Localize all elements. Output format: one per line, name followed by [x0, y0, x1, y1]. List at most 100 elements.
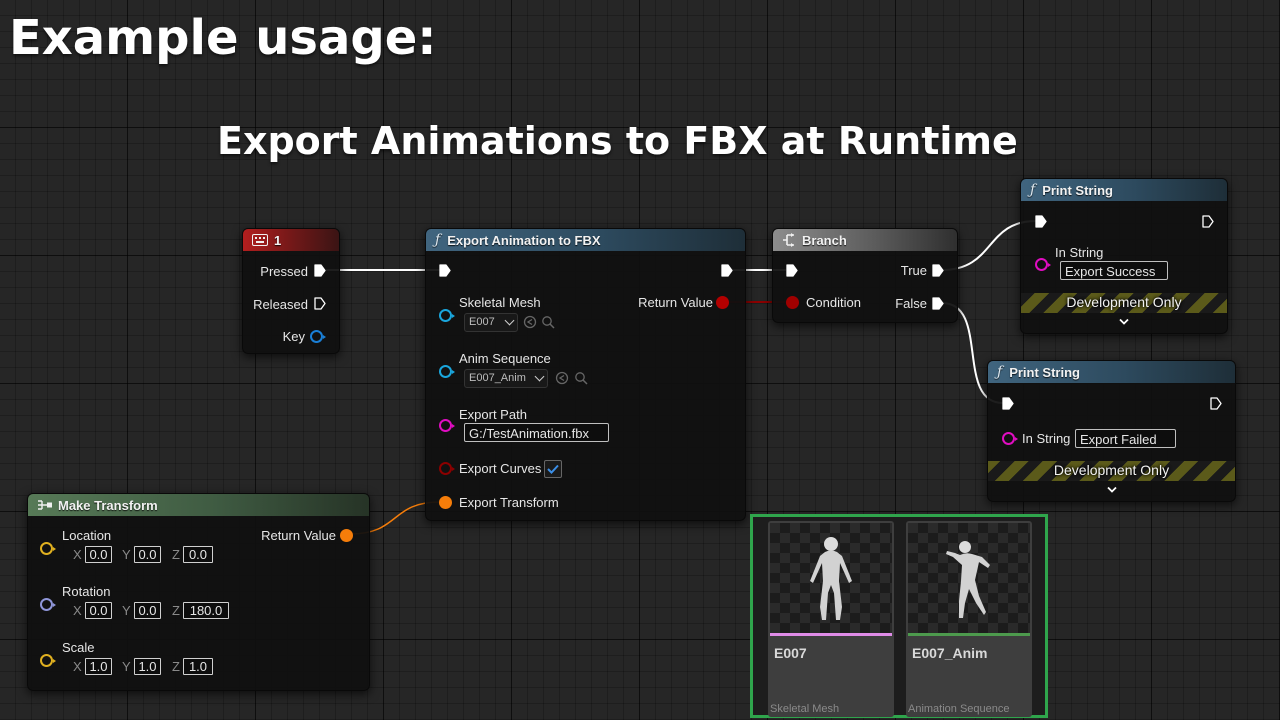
in-string-input[interactable]: Export Success: [1060, 261, 1168, 280]
false-exec-pin[interactable]: [932, 297, 944, 310]
chevron-down-icon[interactable]: [1119, 318, 1129, 326]
page-title: Example usage:: [9, 10, 437, 66]
export-animation-header[interactable]: ƒ Export Animation to FBX: [426, 229, 745, 251]
print-failed-exec-in-pin[interactable]: [1002, 397, 1014, 410]
development-only-banner: Development Only: [988, 461, 1235, 481]
scale-pin[interactable]: [40, 654, 56, 667]
rotation-x-input[interactable]: 0.0: [85, 602, 112, 619]
export-path-pin[interactable]: [439, 419, 455, 432]
key-event-header[interactable]: 1: [243, 229, 339, 251]
rotation-z-axis: Z: [172, 603, 180, 618]
make-transform-node[interactable]: Make Transform Return Value Location X 0…: [27, 493, 370, 691]
export-exec-out-pin[interactable]: [721, 264, 733, 277]
scale-y-input[interactable]: 1.0: [134, 658, 161, 675]
true-exec-pin[interactable]: [932, 264, 944, 277]
branch-title: Branch: [802, 232, 847, 248]
key-event-node[interactable]: 1 Pressed Released Key: [242, 228, 340, 354]
scale-z-axis: Z: [172, 659, 180, 674]
asset-tile-skeletal-mesh[interactable]: E007 Skeletal Mesh: [768, 521, 894, 717]
asset-selection-panel: E007 Skeletal Mesh E007_Anim Animation S…: [750, 514, 1048, 718]
key-struct-pin[interactable]: [310, 330, 326, 343]
export-curves-checkbox[interactable]: [544, 460, 562, 478]
rotation-label: Rotation: [62, 584, 111, 599]
anim-sequence-pin[interactable]: [439, 365, 455, 378]
condition-pin[interactable]: [786, 296, 799, 309]
skeletal-mesh-dropdown[interactable]: E007: [464, 313, 518, 332]
skeletal-mesh-value: E007: [469, 316, 495, 328]
animated-figure-icon: [946, 541, 990, 618]
key-event-title: 1: [274, 232, 282, 248]
scale-x-input[interactable]: 1.0: [85, 658, 112, 675]
export-animation-node[interactable]: ƒ Export Animation to FBX Skeletal Mesh …: [425, 228, 746, 521]
pressed-exec-pin[interactable]: [314, 264, 326, 277]
rotation-z-input[interactable]: 180.0: [183, 602, 229, 619]
export-curves-pin[interactable]: [439, 462, 455, 475]
transform-return-label: Return Value: [261, 528, 336, 543]
print-string-failed-header[interactable]: ƒ Print String: [988, 361, 1235, 383]
key-label: Key: [282, 329, 305, 344]
location-x-input[interactable]: 0.0: [85, 546, 112, 563]
function-icon: ƒ: [435, 232, 441, 248]
chevron-down-icon: [504, 315, 515, 326]
asset-type: Skeletal Mesh: [770, 703, 840, 715]
function-icon: ƒ: [997, 364, 1003, 380]
print-string-failed-node[interactable]: ƒ Print String In String Export Failed D…: [987, 360, 1236, 502]
page-subtitle: Export Animations to FBX at Runtime: [217, 119, 1018, 163]
scale-x-axis: X: [73, 659, 82, 674]
scale-y-axis: Y: [122, 659, 131, 674]
transform-return-pin[interactable]: [340, 529, 353, 542]
in-string-pin[interactable]: [1035, 258, 1051, 271]
print-string-success-node[interactable]: ƒ Print String In String Export Success …: [1020, 178, 1228, 334]
skeletal-mesh-pin[interactable]: [439, 309, 455, 322]
anim-sequence-dropdown[interactable]: E007_Anim: [464, 369, 548, 388]
export-path-input[interactable]: G:/TestAnimation.fbx: [464, 423, 609, 442]
rotation-pin[interactable]: [40, 598, 56, 611]
location-y-input[interactable]: 0.0: [134, 546, 161, 563]
rotation-y-axis: Y: [122, 603, 131, 618]
pressed-label: Pressed: [260, 264, 308, 279]
asset-type-stripe: [908, 633, 1030, 636]
print-string-failed-title: Print String: [1009, 364, 1080, 380]
browse-search-icon[interactable]: [541, 315, 555, 329]
in-string-pin[interactable]: [1002, 432, 1018, 445]
skeletal-mesh-label: Skeletal Mesh: [459, 295, 541, 310]
export-transform-pin[interactable]: [439, 496, 452, 509]
location-pin[interactable]: [40, 542, 56, 555]
return-value-pin[interactable]: [716, 296, 729, 309]
asset-type-stripe: [770, 633, 892, 636]
checkmark-icon: [547, 464, 559, 474]
scale-z-input[interactable]: 1.0: [183, 658, 213, 675]
function-icon: ƒ: [1030, 182, 1036, 198]
print-string-success-header[interactable]: ƒ Print String: [1021, 179, 1227, 201]
location-z-input[interactable]: 0.0: [183, 546, 213, 563]
branch-node[interactable]: Branch Condition True False: [772, 228, 958, 323]
character-figure-icon: [810, 537, 852, 620]
print-success-exec-in-pin[interactable]: [1035, 215, 1047, 228]
anim-sequence-label: Anim Sequence: [459, 351, 551, 366]
branch-exec-in-pin[interactable]: [786, 264, 798, 277]
export-exec-in-pin[interactable]: [439, 264, 451, 277]
use-selected-icon[interactable]: [523, 315, 537, 329]
rotation-y-input[interactable]: 0.0: [134, 602, 161, 619]
use-selected-icon[interactable]: [555, 371, 569, 385]
location-y-axis: Y: [122, 547, 131, 562]
asset-thumbnail: [908, 523, 1030, 633]
make-transform-title: Make Transform: [58, 497, 158, 513]
export-transform-label: Export Transform: [459, 495, 559, 510]
asset-tile-animation-sequence[interactable]: E007_Anim Animation Sequence: [906, 521, 1032, 717]
development-only-banner: Development Only: [1021, 293, 1227, 313]
in-string-input[interactable]: Export Failed: [1075, 429, 1176, 448]
make-transform-header[interactable]: Make Transform: [28, 494, 369, 516]
scale-label: Scale: [62, 640, 95, 655]
export-animation-title: Export Animation to FBX: [447, 232, 601, 248]
branch-header[interactable]: Branch: [773, 229, 957, 251]
asset-name: E007_Anim: [912, 645, 988, 661]
in-string-label: In String: [1055, 245, 1104, 260]
location-x-axis: X: [73, 547, 82, 562]
print-success-exec-out-pin[interactable]: [1202, 215, 1214, 228]
browse-search-icon[interactable]: [574, 371, 588, 385]
chevron-down-icon[interactable]: [1107, 486, 1117, 494]
print-failed-exec-out-pin[interactable]: [1210, 397, 1222, 410]
released-exec-pin[interactable]: [314, 297, 326, 310]
export-curves-label: Export Curves: [459, 461, 542, 476]
